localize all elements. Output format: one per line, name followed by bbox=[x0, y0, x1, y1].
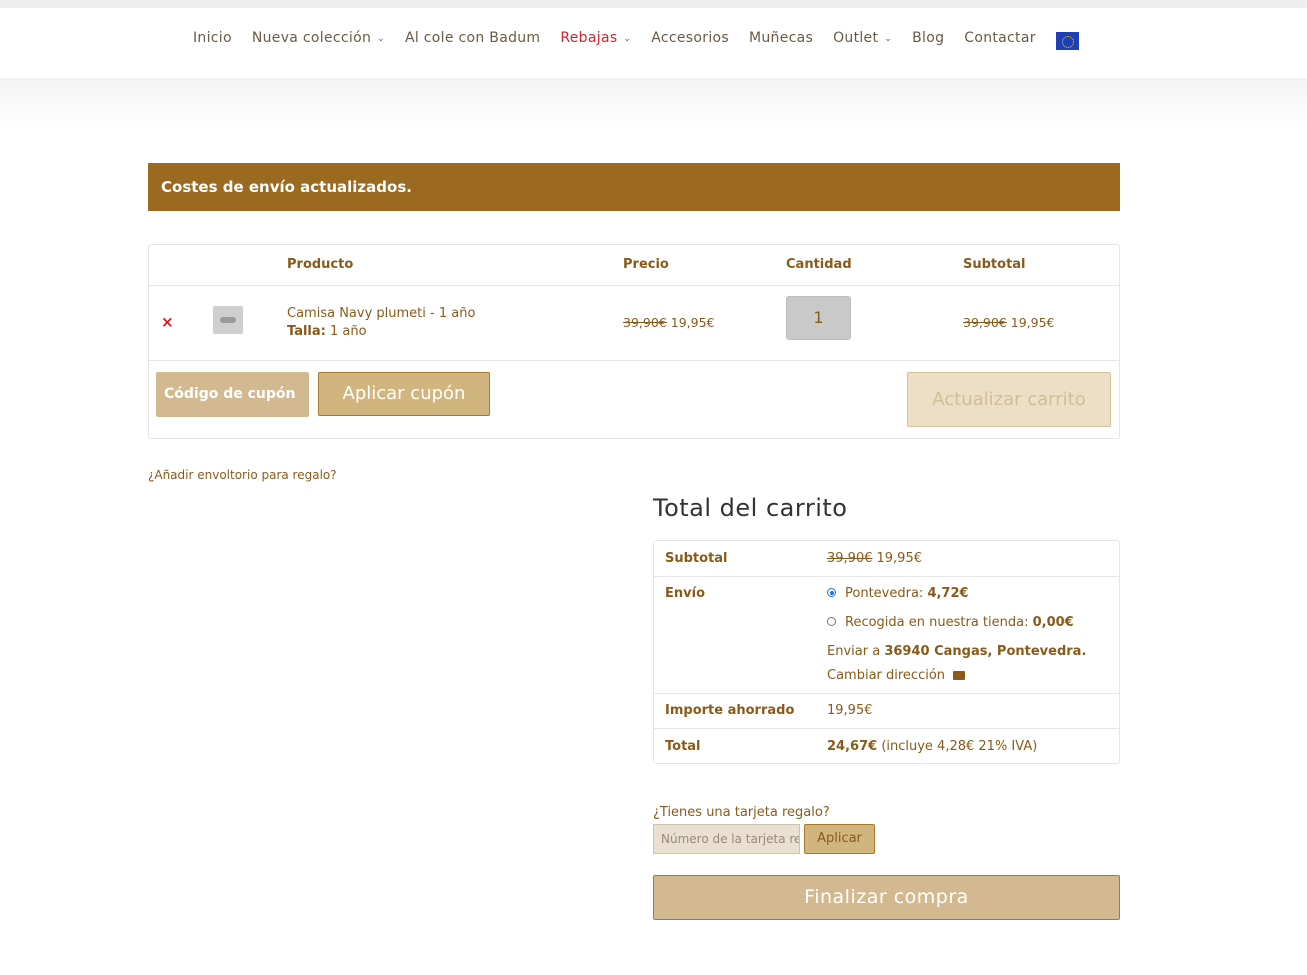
eu-flag-icon[interactable] bbox=[1055, 32, 1079, 50]
gift-card-question: ¿Tienes una tarjeta regalo? bbox=[653, 805, 830, 820]
nav-item-blog[interactable]: Blog bbox=[912, 30, 944, 46]
update-cart-button[interactable]: Actualizar carrito bbox=[907, 372, 1111, 427]
checkout-button[interactable]: Finalizar compra bbox=[653, 875, 1120, 920]
chevron-down-icon: ⌄ bbox=[623, 34, 632, 44]
chevron-down-icon: ⌄ bbox=[377, 34, 385, 44]
top-strip bbox=[0, 0, 1307, 8]
gift-card-apply-button[interactable]: Aplicar bbox=[804, 824, 875, 854]
saved-amount-value: 19,95€ bbox=[827, 703, 873, 718]
remove-item-icon[interactable]: × bbox=[161, 313, 174, 331]
shipping-label: Envío bbox=[665, 586, 705, 601]
nav-item-munecas[interactable]: Muñecas bbox=[749, 30, 813, 46]
header-price: Precio bbox=[623, 257, 669, 272]
shipping-option-pontevedra[interactable]: Pontevedra: 4,72€ bbox=[827, 586, 969, 601]
change-address-link[interactable]: Cambiar dirección bbox=[827, 668, 966, 683]
product-name-link[interactable]: Camisa Navy plumeti - 1 año bbox=[287, 306, 475, 321]
subtotal-label: Subtotal bbox=[665, 551, 728, 566]
chevron-down-icon: ⌄ bbox=[884, 34, 893, 44]
header-quantity: Cantidad bbox=[786, 257, 852, 272]
divider bbox=[654, 693, 1119, 694]
nav-item-al-cole[interactable]: Al cole con Badum bbox=[405, 30, 540, 46]
nav-item-contactar[interactable]: Contactar bbox=[964, 30, 1036, 46]
header-shadow bbox=[0, 78, 1307, 128]
coupon-code-input[interactable]: Código de cupón bbox=[156, 372, 309, 417]
total-label: Total bbox=[665, 739, 701, 754]
quantity-input[interactable]: 1 bbox=[786, 296, 851, 340]
radio-unselected-icon[interactable] bbox=[827, 617, 836, 626]
cart-totals-title: Total del carrito bbox=[653, 494, 848, 522]
main-nav: Inicio Nueva colección ⌄ Al cole con Badu… bbox=[193, 28, 1079, 50]
apply-coupon-button[interactable]: Aplicar cupón bbox=[318, 372, 490, 416]
truck-icon bbox=[953, 671, 966, 680]
shipping-updated-notice: Costes de envío actualizados. bbox=[148, 163, 1120, 211]
product-subtotal: 39,90€ 19,95€ bbox=[963, 315, 1055, 330]
subtotal-value: 39,90€ 19,95€ bbox=[827, 551, 922, 566]
divider bbox=[654, 728, 1119, 729]
nav-item-inicio[interactable]: Inicio bbox=[193, 30, 232, 46]
cart-table: Producto Precio Cantidad Subtotal × Cami… bbox=[148, 244, 1120, 439]
nav-item-nueva-coleccion[interactable]: Nueva colección ⌄ bbox=[252, 30, 385, 46]
divider bbox=[149, 360, 1119, 361]
header-product: Producto bbox=[287, 257, 354, 272]
total-value: 24,67€ (incluye 4,28€ 21% IVA) bbox=[827, 739, 1038, 754]
nav-item-accesorios[interactable]: Accesorios bbox=[651, 30, 729, 46]
product-variation: Talla: 1 año bbox=[287, 324, 367, 339]
header-subtotal: Subtotal bbox=[963, 257, 1026, 272]
nav-item-rebajas[interactable]: Rebajas ⌄ bbox=[560, 30, 631, 46]
site-header: Inicio Nueva colección ⌄ Al cole con Badu… bbox=[0, 8, 1307, 78]
divider bbox=[654, 576, 1119, 577]
product-price: 39,90€ 19,95€ bbox=[623, 315, 715, 330]
nav-item-outlet[interactable]: Outlet ⌄ bbox=[833, 30, 892, 46]
ship-to-address: Enviar a 36940 Cangas, Pontevedra. bbox=[827, 644, 1087, 659]
shipping-option-pickup[interactable]: Recogida en nuestra tienda: 0,00€ bbox=[827, 615, 1074, 630]
product-thumbnail[interactable] bbox=[213, 306, 243, 334]
saved-amount-label: Importe ahorrado bbox=[665, 703, 795, 718]
gift-card-input[interactable]: Número de la tarjeta regalo bbox=[653, 824, 800, 854]
gift-wrap-link[interactable]: ¿Añadir envoltorio para regalo? bbox=[148, 468, 337, 482]
radio-selected-icon[interactable] bbox=[827, 588, 836, 597]
divider bbox=[149, 285, 1119, 286]
cart-totals-table: Subtotal 39,90€ 19,95€ Envío Pontevedra: … bbox=[653, 540, 1120, 764]
